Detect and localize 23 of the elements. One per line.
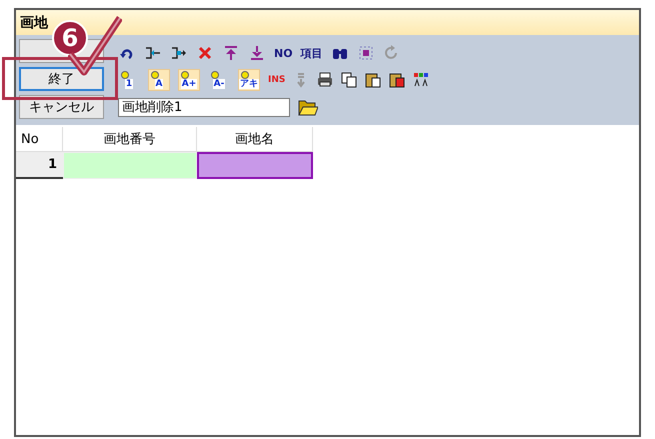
paste-icon[interactable] — [365, 72, 382, 88]
copy-icon[interactable] — [341, 72, 358, 88]
row-number: 1 — [16, 152, 63, 179]
move-top-icon[interactable] — [223, 45, 239, 61]
move-bottom-icon[interactable] — [249, 45, 265, 61]
printer-icon[interactable] — [317, 72, 334, 88]
paste-icon[interactable] — [389, 72, 406, 88]
folder-icon[interactable] — [298, 98, 318, 116]
selection-icon[interactable] — [358, 45, 374, 61]
marker-button[interactable]: A+ — [178, 69, 200, 91]
insert-column-icon[interactable] — [145, 45, 161, 61]
exit-button[interactable]: 終了 — [19, 67, 104, 91]
name-field[interactable]: 画地削除1 — [118, 98, 290, 116]
marker-button[interactable]: アキ — [238, 69, 260, 91]
table-cell[interactable] — [197, 152, 313, 179]
toolbar-button[interactable]: 項目 — [300, 46, 323, 60]
toolbar-button[interactable]: NO — [274, 46, 293, 60]
marker-button[interactable]: A — [148, 69, 170, 91]
delete-icon[interactable] — [197, 45, 213, 61]
color-grid-icon[interactable] — [413, 72, 430, 88]
marker-button[interactable]: 1 — [118, 69, 140, 91]
insert-column-icon[interactable] — [171, 45, 187, 61]
marker-button[interactable]: A- — [208, 69, 230, 91]
